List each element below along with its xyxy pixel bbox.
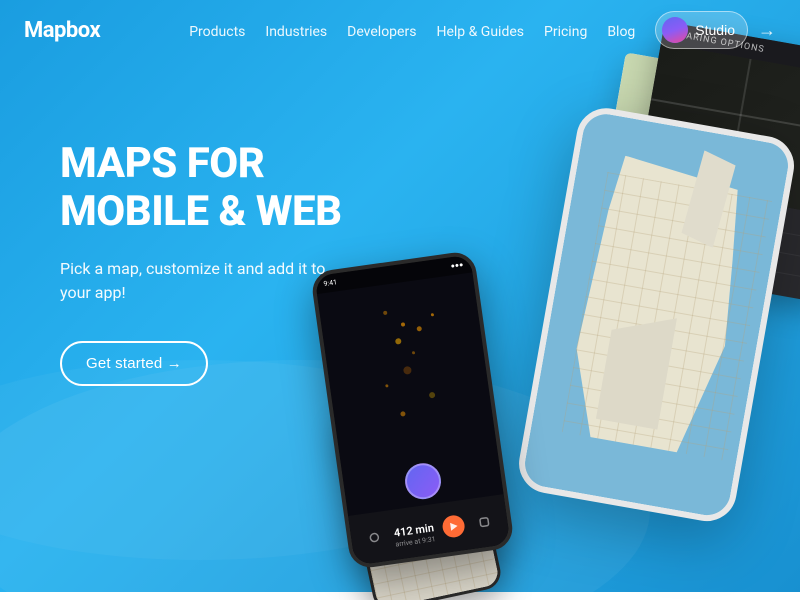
bottom-icon-1 — [362, 525, 387, 550]
logout-icon[interactable]: → — [758, 20, 776, 41]
logo[interactable]: Mapbox — [24, 18, 100, 43]
cta-button[interactable]: Get started → — [60, 341, 208, 386]
nav-products[interactable]: Products — [189, 24, 245, 40]
hero-title-line2: MOBILE & WEB — [60, 187, 342, 236]
nav-developers[interactable]: Developers — [347, 24, 416, 40]
phone-large — [514, 104, 798, 526]
hero-subtitle: Pick a map, customize it and add it to y… — [60, 257, 360, 305]
nav-pricing[interactable]: Pricing — [544, 24, 587, 40]
center-info: 412 min arrive at 9:31 — [392, 516, 436, 548]
nav-industries[interactable]: Industries — [265, 24, 327, 40]
devices-container: SHARING OPTIONS Move from 400.0 ft to 45… — [310, 40, 800, 600]
nav-right: Studio → — [655, 11, 776, 49]
studio-button[interactable]: Studio — [655, 11, 748, 49]
hero-title-line1: MAPS FOR — [60, 139, 264, 188]
hero-title: MAPS FOR MOBILE & WEB — [60, 140, 360, 237]
sf-map — [521, 111, 791, 519]
bottom-icon-3 — [472, 510, 497, 535]
nav-help[interactable]: Help & Guides — [436, 24, 524, 40]
map-grid — [521, 111, 791, 519]
nav-blog[interactable]: Blog — [607, 24, 635, 40]
nav-links: Products Industries Developers Help & Gu… — [189, 21, 635, 40]
hero-section: Mapbox Products Industries Developers He… — [0, 0, 800, 600]
navigation: Mapbox Products Industries Developers He… — [0, 0, 800, 60]
bottom-icon-active — [441, 514, 466, 539]
studio-label: Studio — [695, 22, 735, 38]
phone-large-screen — [521, 111, 791, 519]
hero-content: MAPS FOR MOBILE & WEB Pick a map, custom… — [60, 140, 360, 386]
avatar — [662, 17, 688, 43]
